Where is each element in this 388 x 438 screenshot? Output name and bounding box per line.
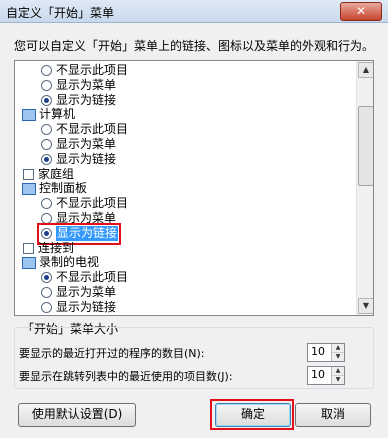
recent-programs-value: 10 [311,345,325,358]
category-label: 录制的电视 [39,255,100,270]
control-panel-icon [22,183,36,196]
size-group: 要显示的最近打开过的程序的数目(N): 10 ▲ ▼ 要显示在跳转列表中的最近使… [14,327,374,389]
list-item[interactable]: 控制面板 [15,181,355,196]
checkbox[interactable] [23,242,34,254]
option-label: 显示为菜单 [56,284,117,299]
checkbox-label: 默认程序 [38,315,86,316]
radio-button[interactable] [41,286,52,298]
list-item[interactable]: 显示为链接 [15,300,355,315]
list-item[interactable]: 家庭组 [15,167,355,182]
category-label: 计算机 [39,107,76,122]
stepper-down-icon[interactable]: ▼ [332,375,344,384]
option-label: 显示为菜单 [56,136,117,151]
scroll-down-icon[interactable]: ▼ [358,298,373,314]
radio-button[interactable] [41,94,52,106]
option-label: 显示为菜单 [56,77,117,92]
radio-button[interactable] [41,198,52,210]
option-label: 不显示此项目 [56,122,129,137]
checkbox-label: 连接到 [38,240,75,255]
stepper-down-icon[interactable]: ▼ [332,352,344,361]
start-menu-items-list[interactable]: 不显示此项目 显示为菜单 显示为链接 计算机 不显示此项目 显示为菜单 显示为链接 家庭组 控制… [14,60,374,316]
tv-icon [22,257,36,270]
radio-button[interactable] [41,65,52,76]
option-label: 显示为链接 [56,151,117,166]
checkbox-label: 家庭组 [38,166,75,181]
list-item[interactable]: 不显示此项目 [15,122,355,137]
radio-button[interactable] [41,301,52,313]
annotation-box [210,399,294,430]
list-item[interactable]: 显示为菜单 [15,285,355,300]
description-text: 您可以自定义「开始」菜单上的链接、图标以及菜单的外观和行为。 [14,39,375,53]
close-icon: ✕ [355,4,367,18]
vertical-scrollbar[interactable]: ▲ ▼ [356,61,373,315]
list-item[interactable]: ✓默认程序 [15,315,355,316]
radio-button[interactable] [41,138,52,150]
jump-list-label: 要显示在跳转列表中的最近使用的项目数(J): [19,370,233,383]
list-item[interactable]: 不显示此项目 [15,196,355,211]
option-label: 显示为链接 [56,92,117,107]
list-item[interactable]: 显示为链接 [15,222,355,245]
stepper-up-icon[interactable]: ▲ [332,344,344,352]
radio-button[interactable] [41,272,52,284]
list-item[interactable]: 不显示此项目 [15,63,355,78]
scroll-thumb[interactable] [358,106,373,186]
list-item[interactable]: 显示为链接 [15,93,355,108]
jump-list-stepper[interactable]: 10 ▲ ▼ [307,366,345,385]
use-defaults-button[interactable]: 使用默认设置(D) [18,403,136,427]
radio-button[interactable] [41,79,52,91]
tree-items: 不显示此项目 显示为菜单 显示为链接 计算机 不显示此项目 显示为菜单 显示为链接 家庭组 控制… [15,63,355,316]
list-item[interactable]: 录制的电视 [15,255,355,270]
cancel-button[interactable]: 取消 [295,403,371,427]
title-bar: 自定义「开始」菜单 ✕ [0,0,388,23]
list-item[interactable]: 计算机 [15,107,355,122]
list-item[interactable]: 显示为链接 [15,152,355,167]
computer-icon [22,109,36,122]
list-item[interactable]: 显示为菜单 [15,78,355,93]
recent-programs-label: 要显示的最近打开过的程序的数目(N): [19,347,205,360]
list-item[interactable]: 不显示此项目 [15,270,355,285]
option-label: 不显示此项目 [56,63,129,77]
scroll-up-icon[interactable]: ▲ [358,62,373,78]
category-label: 控制面板 [39,181,88,196]
window-title: 自定义「开始」菜单 [6,6,115,20]
radio-button[interactable] [41,124,52,136]
jump-list-value: 10 [311,368,325,381]
option-label: 不显示此项目 [56,270,129,285]
option-label: 显示为链接 [56,299,117,314]
recent-programs-stepper[interactable]: 10 ▲ ▼ [307,343,345,362]
radio-button[interactable] [41,153,52,165]
checkbox[interactable] [23,168,34,180]
list-item[interactable]: 显示为菜单 [15,137,355,152]
option-label: 不显示此项目 [56,196,129,211]
list-item[interactable]: 连接到 [15,241,355,256]
close-button[interactable]: ✕ [340,2,382,21]
stepper-up-icon[interactable]: ▲ [332,367,344,375]
